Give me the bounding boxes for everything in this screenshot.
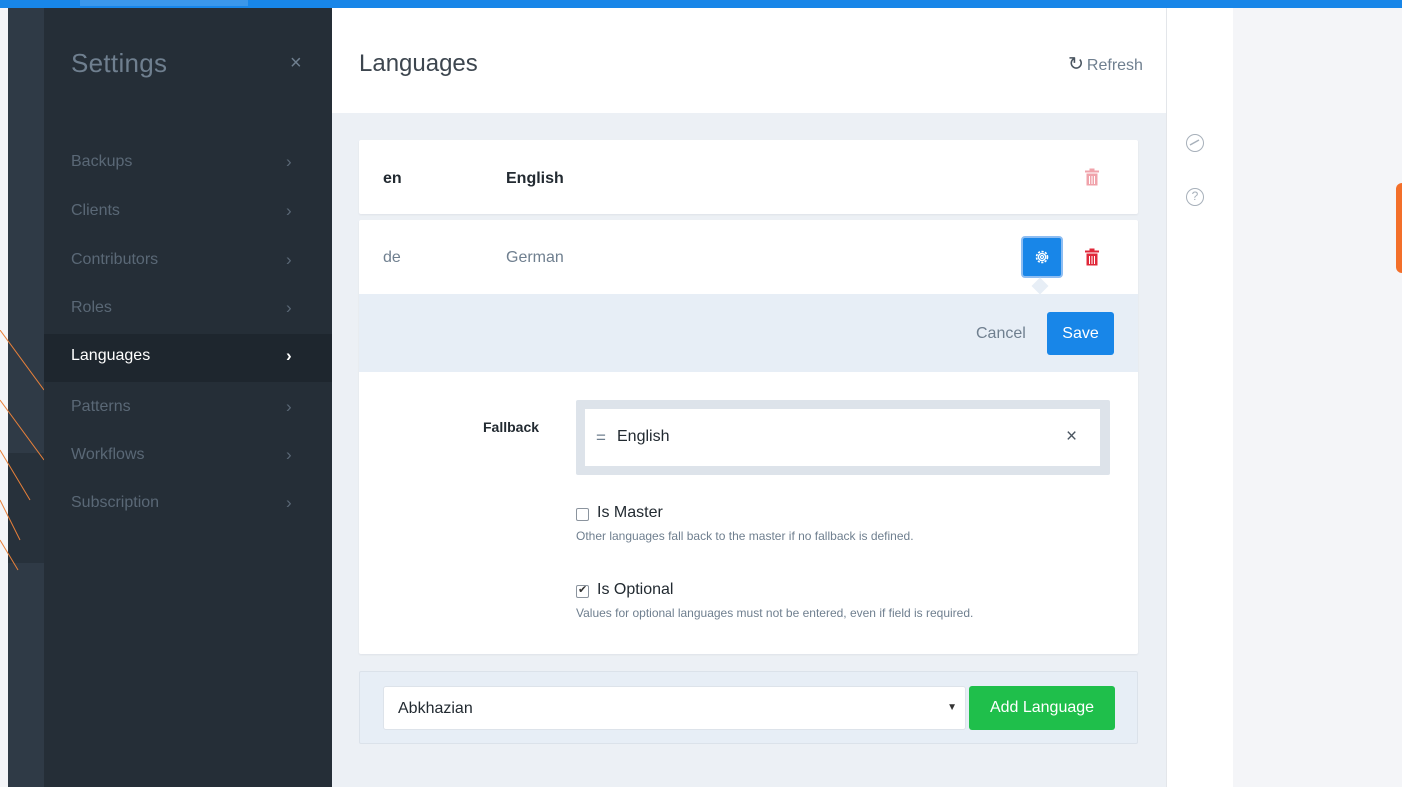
sidebar-item-patterns[interactable]: Patterns › — [44, 385, 332, 433]
drag-handle-icon[interactable]: = — [596, 428, 606, 448]
sidebar-item-label: Roles — [71, 299, 112, 316]
fallback-label: Fallback — [483, 419, 540, 435]
chevron-right-icon: › — [286, 445, 292, 464]
settings-close-icon[interactable]: × — [290, 52, 302, 75]
language-select[interactable]: Abkhazian ▼ — [383, 686, 966, 730]
decorative-lines — [0, 330, 44, 571]
history-icon[interactable] — [1186, 134, 1204, 152]
language-code: en — [383, 170, 402, 187]
content-area — [1233, 8, 1402, 787]
is-optional-checkbox[interactable] — [576, 583, 589, 598]
is-optional-hint: Values for optional languages must not b… — [576, 606, 974, 620]
sidebar-item-backups[interactable]: Backups › — [44, 140, 332, 188]
is-master-checkbox[interactable] — [576, 508, 589, 521]
sidebar-item-label: Languages — [71, 347, 151, 364]
app-root: Settings × Backups › Clients › Contribut… — [0, 0, 1402, 787]
languages-panel: Languages ↻Refresh × en English de Germa… — [332, 8, 1232, 787]
language-name: English — [506, 170, 564, 187]
popover-arrow — [1031, 277, 1049, 295]
edit-toolbar: Cancel Save — [359, 294, 1138, 372]
refresh-icon: ↻ — [1068, 54, 1084, 75]
add-language-form: Abkhazian ▼ Add Language — [359, 671, 1138, 744]
sidebar-item-label: Backups — [71, 153, 133, 170]
sidebar-item-label: Subscription — [71, 494, 160, 511]
panel-header: Languages ↻Refresh × — [332, 8, 1232, 113]
fallback-list: = English × — [576, 400, 1110, 475]
top-bar-tab — [80, 0, 248, 6]
chevron-right-icon: › — [286, 493, 292, 512]
caret-down-icon: ▼ — [947, 702, 957, 713]
language-code: de — [383, 249, 401, 266]
page-title: Languages — [359, 50, 478, 77]
trash-icon[interactable] — [1084, 248, 1100, 266]
cancel-button[interactable]: Cancel — [976, 325, 1026, 343]
sidebar-item-label: Workflows — [71, 446, 145, 463]
language-name: German — [506, 249, 564, 266]
save-button[interactable]: Save — [1047, 312, 1114, 355]
is-optional-label[interactable]: Is Optional — [597, 581, 673, 599]
trash-icon[interactable] — [1084, 168, 1100, 186]
chevron-right-icon: › — [286, 152, 292, 171]
sidebar-item-workflows[interactable]: Workflows › — [44, 433, 332, 481]
chevron-right-icon: › — [286, 201, 292, 220]
language-settings-button[interactable] — [1021, 236, 1063, 278]
chevron-right-icon: › — [286, 397, 292, 416]
language-select-value: Abkhazian — [398, 700, 473, 717]
chevron-right-icon: › — [286, 298, 292, 317]
is-master-label[interactable]: Is Master — [597, 504, 663, 522]
top-bar — [0, 0, 1402, 8]
sidebar-item-label: Contributors — [71, 251, 159, 268]
language-row-de: de German Cancel Save Fallback = English… — [359, 220, 1138, 654]
remove-fallback-icon[interactable]: × — [1066, 426, 1077, 448]
sidebar-item-contributors[interactable]: Contributors › — [44, 238, 332, 286]
chevron-right-icon: › — [286, 250, 292, 269]
fallback-value: English — [617, 428, 670, 445]
refresh-button[interactable]: ↻ Refresh — [1068, 53, 1143, 76]
help-icon[interactable]: ? — [1186, 188, 1204, 206]
feedback-tab[interactable] — [1396, 183, 1402, 273]
sidebar-item-clients[interactable]: Clients › — [44, 189, 332, 237]
gear-icon — [1035, 250, 1049, 264]
is-master-hint: Other languages fall back to the master … — [576, 529, 914, 543]
settings-title: Settings — [71, 48, 168, 78]
sidebar-item-subscription[interactable]: Subscription › — [44, 481, 332, 529]
sidebar-item-label: Patterns — [71, 398, 131, 415]
chevron-right-icon: › — [286, 346, 292, 365]
fallback-item[interactable]: = English × — [585, 409, 1100, 466]
settings-sidebar: Settings × Backups › Clients › Contribut… — [44, 8, 332, 787]
refresh-label: Refresh — [1086, 57, 1143, 74]
language-row-en: en English — [359, 140, 1138, 214]
sidebar-item-languages[interactable]: Languages › — [44, 334, 332, 382]
add-language-button[interactable]: Add Language — [969, 686, 1115, 730]
sidebar-item-label: Clients — [71, 202, 120, 219]
right-toolbar: ? — [1166, 8, 1233, 787]
sidebar-item-roles[interactable]: Roles › — [44, 286, 332, 334]
